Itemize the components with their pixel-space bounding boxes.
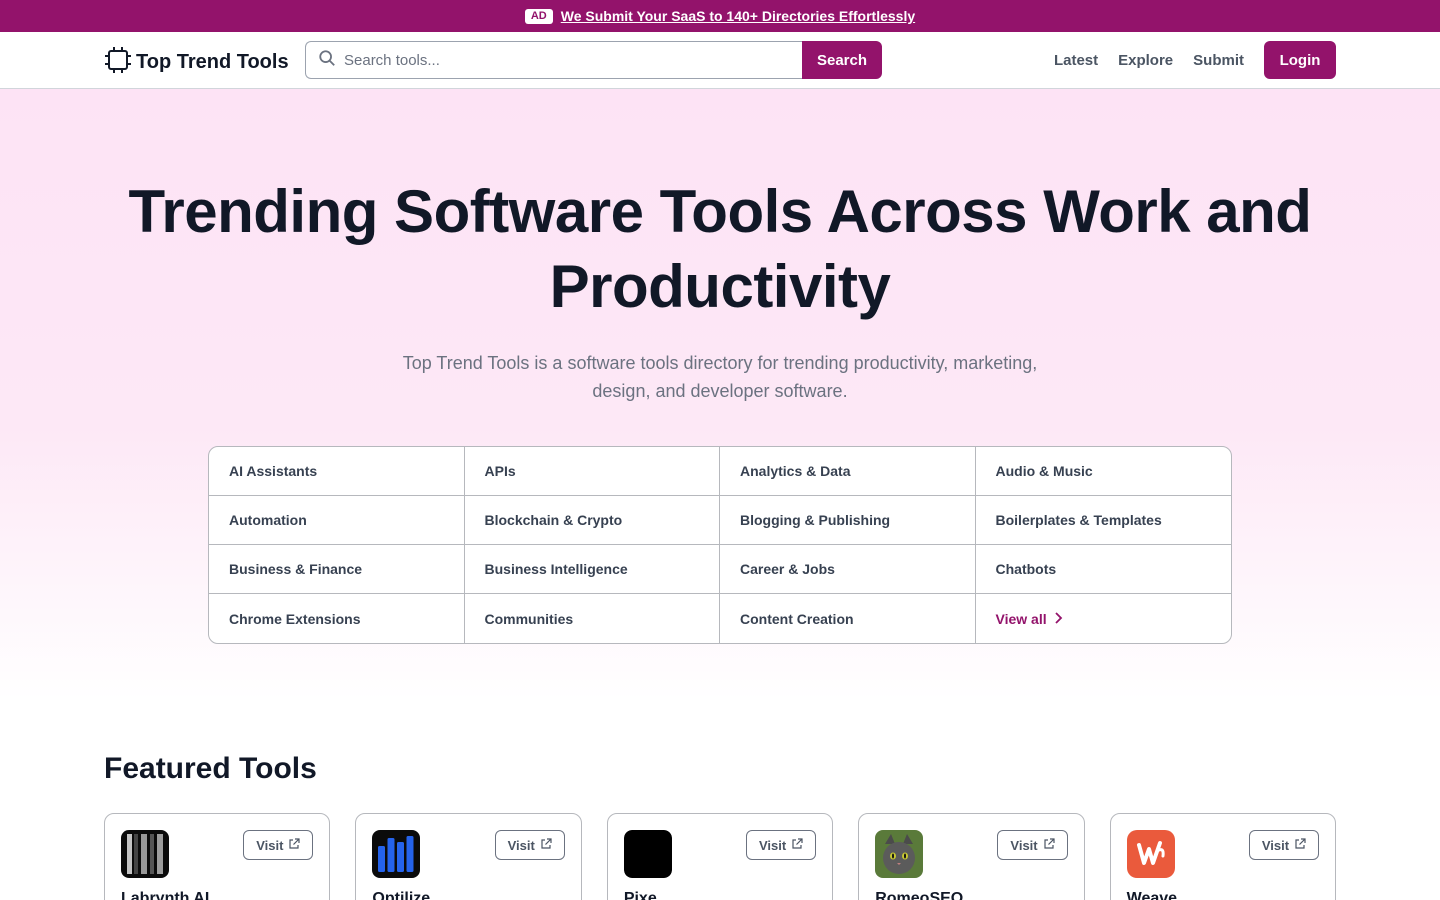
- tool-card-romeoseo[interactable]: Visit RomeoSEO: [858, 813, 1085, 900]
- category-communities[interactable]: Communities: [465, 594, 720, 643]
- search-form: Search: [305, 41, 882, 79]
- cat-logo-icon: [875, 830, 924, 878]
- category-career-jobs[interactable]: Career & Jobs: [720, 545, 976, 594]
- site-header: Top Trend Tools Search Latest Explore Su…: [0, 32, 1440, 89]
- featured-title: Featured Tools: [104, 752, 317, 785]
- category-ai-assistants[interactable]: AI Assistants: [209, 447, 465, 496]
- visit-button[interactable]: Visit: [746, 830, 817, 860]
- category-grid: AI Assistants APIs Analytics & Data Audi…: [208, 446, 1232, 644]
- visit-button[interactable]: Visit: [243, 830, 314, 860]
- visit-button[interactable]: Visit: [997, 830, 1068, 860]
- login-button[interactable]: Login: [1264, 41, 1336, 79]
- visit-label: Visit: [256, 837, 284, 853]
- view-all-label: View all: [995, 610, 1047, 627]
- search-input[interactable]: [344, 51, 784, 69]
- ad-link[interactable]: We Submit Your SaaS to 140+ Directories …: [561, 8, 915, 24]
- category-chrome-extensions[interactable]: Chrome Extensions: [209, 594, 465, 643]
- visit-label: Visit: [1261, 837, 1290, 853]
- view-all-categories-link[interactable]: View all: [976, 594, 1232, 643]
- visit-label: Visit: [759, 837, 787, 853]
- visit-button[interactable]: Visit: [1248, 830, 1320, 860]
- category-business-intelligence[interactable]: Business Intelligence: [464, 545, 720, 594]
- tool-name: Pixe: [623, 890, 657, 900]
- logo-text: Top Trend Tools: [136, 50, 289, 73]
- featured-section: Featured Tools Visit Labrynth AI Visit O…: [0, 752, 1440, 900]
- category-business-finance[interactable]: Business & Finance: [209, 545, 465, 594]
- nav-latest[interactable]: Latest: [1054, 52, 1098, 69]
- chip-logo-icon: [104, 46, 132, 74]
- external-link-icon: [791, 837, 803, 853]
- external-link-icon: [540, 837, 552, 853]
- category-audio-music[interactable]: Audio & Music: [975, 447, 1231, 496]
- visit-button[interactable]: Visit: [494, 830, 565, 860]
- nav-explore[interactable]: Explore: [1118, 52, 1173, 69]
- tool-card-optilize[interactable]: Visit Optilize: [355, 813, 582, 900]
- category-blockchain-crypto[interactable]: Blockchain & Crypto: [464, 496, 720, 545]
- main-nav: Latest Explore Submit Login: [1034, 41, 1336, 79]
- category-automation[interactable]: Automation: [209, 496, 465, 545]
- tool-name: Labrynth AI: [121, 890, 210, 900]
- chevron-right-icon: [1053, 611, 1063, 627]
- category-apis[interactable]: APIs: [464, 447, 720, 496]
- hero-title: Trending Software Tools Across Work and …: [128, 178, 1312, 320]
- hero-subtitle: Top Trend Tools is a software tools dire…: [402, 353, 1038, 401]
- category-chatbots[interactable]: Chatbots: [975, 545, 1231, 594]
- external-link-icon: [1294, 837, 1306, 853]
- external-link-icon: [1043, 837, 1055, 853]
- visit-label: Visit: [1010, 837, 1038, 853]
- site-logo[interactable]: Top Trend Tools: [104, 46, 289, 74]
- labrynth-logo-icon: [121, 830, 169, 878]
- search-icon: [318, 49, 336, 72]
- category-boilerplates-templates[interactable]: Boilerplates & Templates: [975, 496, 1231, 545]
- tool-name: Weave: [1126, 890, 1178, 900]
- search-box: [305, 41, 802, 79]
- ad-badge: AD: [524, 8, 553, 24]
- nav-submit[interactable]: Submit: [1193, 52, 1244, 69]
- tool-name: RomeoSEO: [875, 890, 964, 900]
- visit-label: Visit: [507, 837, 535, 853]
- category-content-creation[interactable]: Content Creation: [720, 594, 976, 643]
- category-analytics-data[interactable]: Analytics & Data: [720, 447, 976, 496]
- tool-name: Optilize: [372, 890, 431, 900]
- hero-section: Trending Software Tools Across Work and …: [0, 89, 1440, 700]
- external-link-icon: [288, 837, 301, 853]
- tool-card-labrynth-ai[interactable]: Visit Labrynth AI: [104, 813, 331, 900]
- featured-tools-list: Visit Labrynth AI Visit Optilize Visit P…: [104, 813, 1337, 900]
- ad-banner: AD We Submit Your SaaS to 140+ Directori…: [0, 0, 1440, 32]
- pixe-logo-icon: [623, 830, 672, 878]
- search-button[interactable]: Search: [802, 41, 882, 79]
- tool-card-weave[interactable]: Visit Weave: [1109, 813, 1337, 900]
- weave-w-logo-icon: [1126, 830, 1175, 878]
- tool-card-pixe[interactable]: Visit Pixe: [606, 813, 834, 900]
- optilize-bars-logo-icon: [372, 830, 421, 878]
- category-blogging-publishing[interactable]: Blogging & Publishing: [720, 496, 976, 545]
